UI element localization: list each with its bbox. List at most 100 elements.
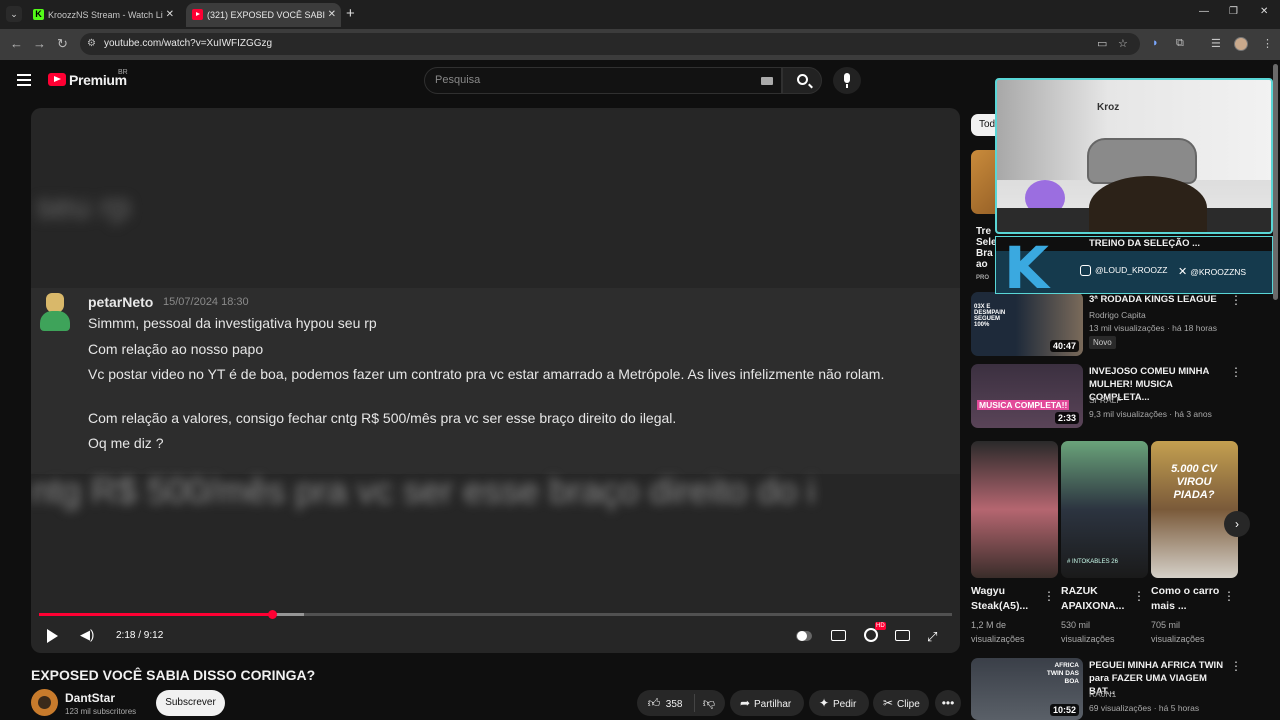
short-views: 705 mil visualizações bbox=[1151, 620, 1205, 644]
voice-search-button[interactable] bbox=[833, 67, 861, 94]
reload-icon[interactable]: ↻ bbox=[57, 36, 68, 52]
next-shorts-button[interactable]: › bbox=[1224, 511, 1250, 537]
message-line: Oq me diz ? bbox=[88, 435, 164, 451]
played-bar bbox=[39, 613, 272, 616]
region-code: BR bbox=[118, 69, 128, 76]
new-tab-button[interactable]: + bbox=[346, 5, 355, 22]
short-title[interactable]: Wagyu Steak(A5)... bbox=[971, 584, 1041, 614]
more-actions-button[interactable]: ••• bbox=[935, 690, 961, 716]
address-toolbar: ← → ↻ ⚙ youtube.com/watch?v=XuIWFIZGGzg … bbox=[0, 29, 1280, 60]
video-thumbnail[interactable]: MUSICA COMPLETA!! 2:33 bbox=[971, 364, 1083, 428]
more-options-icon[interactable]: ⋮ bbox=[1230, 659, 1242, 673]
video-thumbnail[interactable]: AFRICA TWIN DAS BOA 10:52 bbox=[971, 658, 1083, 720]
video-meta: 9,3 mil visualizações · há 3 anos bbox=[1089, 409, 1212, 419]
close-window-icon[interactable]: ✕ bbox=[1260, 6, 1268, 17]
short-thumbnail[interactable]: # INTOKABLES 26 bbox=[1061, 441, 1148, 578]
search-input[interactable]: Pesquisa bbox=[424, 67, 782, 94]
youtube-play-icon bbox=[48, 73, 66, 86]
partial-meta: PRO bbox=[976, 275, 990, 281]
sparkle-icon: ✦ bbox=[818, 696, 830, 710]
bookmark-star-icon[interactable]: ☆ bbox=[1118, 37, 1128, 50]
settings-gear-icon[interactable]: HD bbox=[864, 622, 886, 642]
short-thumbnail[interactable]: 5.000 CV VIROU PIADA? bbox=[1151, 441, 1238, 578]
page-scrollbar[interactable] bbox=[1273, 64, 1278, 300]
share-label: Partilhar bbox=[754, 699, 792, 710]
subscribe-button[interactable]: Subscrever bbox=[156, 690, 225, 716]
more-options-icon[interactable]: ⋮ bbox=[1230, 365, 1242, 379]
video-player[interactable]: seu rp petarNeto 15/07/2024 18:30 Simmm,… bbox=[31, 108, 960, 653]
x-handle: ✕ @KROOZZNS bbox=[1178, 266, 1247, 278]
menu-icon[interactable] bbox=[17, 74, 31, 86]
youtube-favicon-icon bbox=[192, 9, 203, 20]
instagram-handle: @LOUD_KROOZZ bbox=[1080, 265, 1167, 277]
ask-label: Pedir bbox=[833, 699, 857, 710]
keyboard-icon[interactable] bbox=[761, 77, 773, 85]
webcam-overlay: Kroz bbox=[995, 78, 1273, 234]
video-title: EXPOSED VOCÊ SABIA DISSO CORINGA? bbox=[31, 667, 316, 683]
minimize-icon[interactable]: — bbox=[1199, 6, 1209, 17]
like-button[interactable]: 👍︎ 358 👎︎ bbox=[637, 690, 725, 716]
blurred-text: ntg R$ 500/mês pra vc ser esse braço dir… bbox=[31, 470, 816, 511]
progress-bar[interactable] bbox=[39, 610, 952, 619]
thumbs-down-icon[interactable]: 👎︎ bbox=[700, 690, 718, 716]
kick-favicon-icon: K bbox=[33, 9, 44, 20]
volume-icon[interactable]: ◀) bbox=[80, 627, 94, 643]
play-icon[interactable] bbox=[47, 629, 58, 643]
omnibox[interactable]: ⚙ youtube.com/watch?v=XuIWFIZGGzg bbox=[80, 33, 1140, 55]
back-icon[interactable]: ← bbox=[10, 36, 23, 51]
extension-icon[interactable]: ◗ bbox=[1152, 37, 1159, 49]
more-options-icon[interactable]: ⋮ bbox=[1223, 589, 1235, 603]
thumbnail-text: MUSICA COMPLETA!! bbox=[977, 400, 1070, 410]
forward-icon[interactable]: → bbox=[33, 36, 46, 51]
short-title[interactable]: Como o carro mais ... bbox=[1151, 584, 1221, 614]
site-info-icon[interactable]: ⚙ bbox=[87, 38, 99, 50]
tab-title: KroozzNS Stream - Watch Live bbox=[48, 10, 163, 20]
ask-button[interactable]: ✦ Pedir bbox=[809, 690, 869, 716]
clip-button[interactable]: ✂ Clipe bbox=[873, 690, 929, 716]
thumbnail-text: # INTOKABLES 26 bbox=[1067, 559, 1118, 565]
profile-avatar[interactable] bbox=[1234, 37, 1248, 51]
extensions-puzzle-icon[interactable]: ⧉ bbox=[1176, 37, 1184, 50]
short-title[interactable]: RAZUK APAIXONA... bbox=[1061, 584, 1131, 614]
thumbnail-text: AFRICA TWIN DAS BOA bbox=[1046, 662, 1079, 685]
video-title[interactable]: TREINO DA SELEÇÃO ... bbox=[1089, 238, 1200, 249]
browser-menu-icon[interactable]: ⋮ bbox=[1262, 37, 1273, 50]
thumbnail-text: 5.000 CV VIROU PIADA? bbox=[1171, 463, 1217, 501]
video-channel[interactable]: Rodrigo Capita bbox=[1089, 310, 1146, 320]
tab-search-icon[interactable]: ⌄ bbox=[6, 6, 22, 22]
maximize-icon[interactable]: ❐ bbox=[1229, 6, 1238, 17]
instagram-icon bbox=[1080, 265, 1091, 277]
channel-name[interactable]: DantStar bbox=[65, 691, 115, 705]
channel-avatar[interactable] bbox=[31, 689, 58, 716]
share-button[interactable]: ➦ Partilhar bbox=[730, 690, 804, 716]
install-app-icon[interactable]: ▭ bbox=[1097, 37, 1107, 50]
close-tab-icon[interactable]: ✕ bbox=[166, 3, 174, 27]
more-options-icon[interactable]: ⋮ bbox=[1133, 589, 1145, 603]
message-line: Com relação ao nosso papo bbox=[88, 341, 264, 357]
message-username: petarNeto bbox=[88, 294, 154, 310]
wall-sign: Kroz bbox=[1097, 102, 1120, 113]
reading-list-icon[interactable]: ☰ bbox=[1211, 37, 1221, 50]
autoplay-toggle[interactable] bbox=[794, 628, 814, 644]
video-thumbnail[interactable]: 03X E DESMPAIN SEGUEM 100% 40:47 bbox=[971, 292, 1083, 356]
browser-tab-kick[interactable]: K KroozzNS Stream - Watch Live ✕ bbox=[27, 3, 179, 27]
theater-mode-icon[interactable] bbox=[895, 630, 910, 641]
scrubber-handle[interactable] bbox=[267, 610, 277, 619]
video-channel[interactable]: Sr RALF bbox=[1089, 395, 1122, 405]
new-badge: Novo bbox=[1089, 336, 1116, 349]
video-title[interactable]: 3ª RODADA KINGS LEAGUE bbox=[1089, 293, 1229, 306]
x-icon: ✕ bbox=[1178, 266, 1188, 278]
fullscreen-icon[interactable]: ⤢ bbox=[927, 629, 937, 645]
browser-tab-youtube[interactable]: (321) EXPOSED VOCÊ SABIA DI ✕ bbox=[186, 3, 341, 27]
message-line: Vc postar video no YT é de boa, podemos … bbox=[88, 366, 885, 382]
captions-icon[interactable] bbox=[831, 630, 846, 641]
url-text: youtube.com/watch?v=XuIWFIZGGzg bbox=[104, 38, 273, 49]
partial-title: ao bbox=[976, 259, 988, 270]
short-thumbnail[interactable] bbox=[971, 441, 1058, 578]
more-options-icon[interactable]: ⋮ bbox=[1230, 293, 1242, 307]
search-button[interactable] bbox=[782, 67, 822, 94]
video-channel[interactable]: RA0N1 bbox=[1089, 689, 1116, 699]
more-options-icon[interactable]: ⋮ bbox=[1043, 589, 1055, 603]
close-tab-icon[interactable]: ✕ bbox=[328, 3, 336, 27]
message-line: Com relação a valores, consigo fechar cn… bbox=[88, 410, 677, 426]
